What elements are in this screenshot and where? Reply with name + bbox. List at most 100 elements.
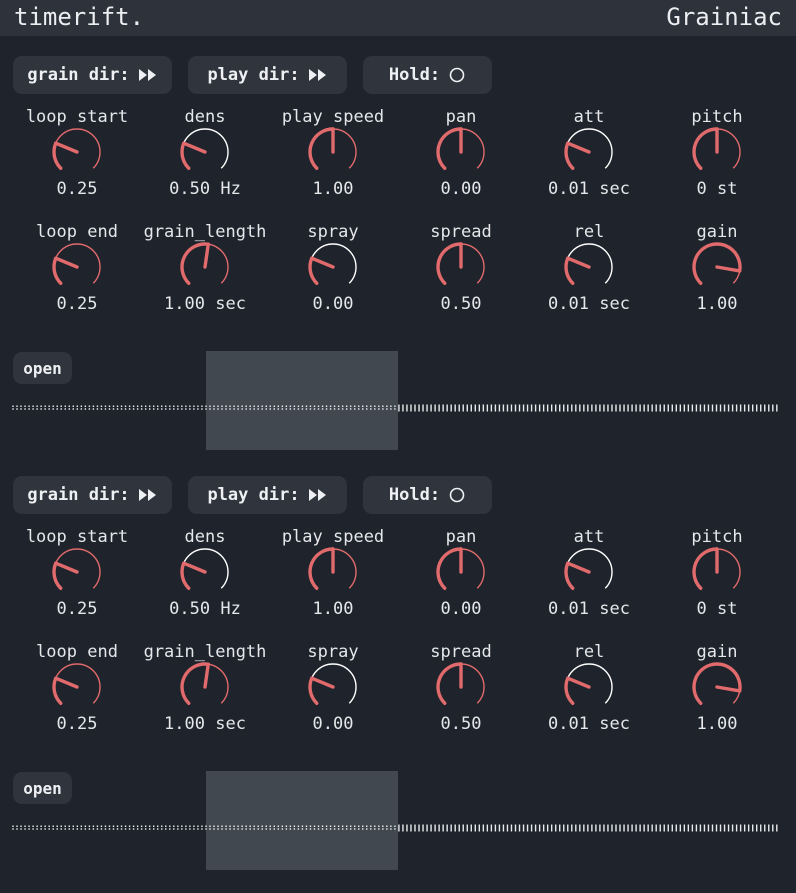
knob-label: spread — [430, 222, 492, 242]
knob-label: pitch — [691, 527, 743, 547]
knob-grain-length[interactable]: grain_length 1.00 sec — [141, 642, 269, 747]
hold-button[interactable]: Hold: — [363, 56, 492, 94]
knob-value: 0.00 — [440, 599, 482, 619]
knob-dial[interactable] — [50, 125, 104, 179]
knob-spray[interactable]: spray 0.00 — [269, 642, 397, 747]
knob-pan[interactable]: pan 0.00 — [397, 107, 525, 212]
knob-dial[interactable] — [178, 545, 232, 599]
knob-dens[interactable]: dens 0.50 Hz — [141, 107, 269, 212]
knob-dial[interactable] — [434, 125, 488, 179]
knob-dial[interactable] — [50, 660, 104, 714]
knob-label: spray — [307, 222, 359, 242]
fast-forward-icon-wrap — [138, 488, 158, 502]
knob-dial[interactable] — [306, 240, 360, 294]
knob-spread[interactable]: spread 0.50 — [397, 642, 525, 747]
knob-loop-start[interactable]: loop start 0.25 — [13, 527, 141, 632]
knob-track — [53, 243, 101, 284]
knob-value: 0.25 — [56, 294, 98, 314]
knob-track — [565, 243, 613, 284]
knob-dial[interactable] — [50, 545, 104, 599]
knob-rel[interactable]: rel 0.01 sec — [525, 642, 653, 747]
knob-loop-end[interactable]: loop end 0.25 — [13, 642, 141, 747]
knob-value: 1.00 — [312, 599, 354, 619]
knob-value: 0.50 Hz — [169, 599, 241, 619]
knob-pointer — [310, 256, 335, 269]
grain-dir-button[interactable]: grain dir: — [13, 56, 172, 94]
knob-att[interactable]: att 0.01 sec — [525, 107, 653, 212]
knob-dial[interactable] — [690, 125, 744, 179]
knob-pan[interactable]: pan 0.00 — [397, 527, 525, 632]
play-dir-button[interactable]: play dir: — [188, 476, 347, 514]
knob-spread[interactable]: spread 0.50 — [397, 222, 525, 327]
knob-dial[interactable] — [434, 240, 488, 294]
knob-dens[interactable]: dens 0.50 Hz — [141, 527, 269, 632]
fast-forward-icon — [138, 489, 156, 501]
knob-value-arc — [436, 662, 463, 705]
knob-att[interactable]: att 0.01 sec — [525, 527, 653, 632]
knob-label: loop end — [36, 642, 118, 662]
knob-value-arc — [692, 547, 719, 590]
knob-value-arc — [52, 256, 63, 285]
knob-spray[interactable]: spray 0.00 — [269, 222, 397, 327]
waveform-display[interactable] — [12, 817, 780, 832]
knob-label: play speed — [281, 527, 385, 547]
open-file-button[interactable]: open — [13, 352, 72, 384]
knob-value-arc — [692, 127, 719, 170]
knob-dial[interactable] — [306, 545, 360, 599]
knob-grain-length[interactable]: grain_length 1.00 sec — [141, 222, 269, 327]
knob-play-speed[interactable]: play speed 1.00 — [269, 527, 397, 632]
knob-label: spray — [307, 642, 359, 662]
knob-label: pan — [445, 527, 477, 547]
knob-rel[interactable]: rel 0.01 sec — [525, 222, 653, 327]
knob-dial[interactable] — [50, 240, 104, 294]
knob-pointer — [54, 256, 79, 269]
knob-value: 0 st — [696, 599, 738, 619]
knob-loop-start[interactable]: loop start 0.25 — [13, 107, 141, 212]
knob-value: 0.01 sec — [548, 714, 630, 734]
knob-dial[interactable] — [306, 125, 360, 179]
knob-dial[interactable] — [562, 125, 616, 179]
knob-pitch[interactable]: pitch 0 st — [653, 107, 781, 212]
grain-dir-label: grain dir: — [27, 65, 130, 85]
knob-label: rel — [573, 222, 605, 242]
knob-gain[interactable]: gain 1.00 — [653, 222, 781, 327]
grain-dir-button[interactable]: grain dir: — [13, 476, 172, 514]
knob-track — [565, 128, 613, 169]
knob-track — [53, 548, 101, 589]
open-file-label: open — [23, 358, 62, 378]
knob-loop-end[interactable]: loop end 0.25 — [13, 222, 141, 327]
open-file-button[interactable]: open — [13, 772, 72, 804]
knob-track — [565, 663, 613, 704]
knob-value-arc — [436, 242, 463, 285]
knob-dial[interactable] — [562, 660, 616, 714]
knob-dial[interactable] — [178, 660, 232, 714]
knob-pitch[interactable]: pitch 0 st — [653, 527, 781, 632]
knob-dial[interactable] — [178, 125, 232, 179]
hold-label: Hold: — [388, 485, 441, 505]
knob-dial[interactable] — [434, 545, 488, 599]
knob-value-arc — [308, 127, 335, 170]
knob-dial[interactable] — [690, 240, 744, 294]
knob-dial[interactable] — [306, 660, 360, 714]
knob-pointer — [182, 141, 207, 154]
knob-dial[interactable] — [562, 240, 616, 294]
knob-dial[interactable] — [434, 660, 488, 714]
knob-dial[interactable] — [178, 240, 232, 294]
hold-label: Hold: — [388, 65, 441, 85]
knob-pointer — [566, 676, 591, 689]
knob-play-speed[interactable]: play speed 1.00 — [269, 107, 397, 212]
knob-label: rel — [573, 642, 605, 662]
knob-pointer — [715, 265, 742, 273]
knob-dial[interactable] — [690, 545, 744, 599]
knob-value: 0.50 — [440, 714, 482, 734]
knob-gain[interactable]: gain 1.00 — [653, 642, 781, 747]
hold-button[interactable]: Hold: — [363, 476, 492, 514]
waveform-display[interactable] — [12, 397, 780, 412]
knob-dial[interactable] — [562, 545, 616, 599]
knob-pointer — [182, 561, 207, 574]
play-dir-button[interactable]: play dir: — [188, 56, 347, 94]
knob-value: 0.00 — [312, 294, 354, 314]
brand-logo-text: timerift. — [14, 3, 145, 31]
fast-forward-icon-wrap — [308, 68, 328, 82]
knob-dial[interactable] — [690, 660, 744, 714]
